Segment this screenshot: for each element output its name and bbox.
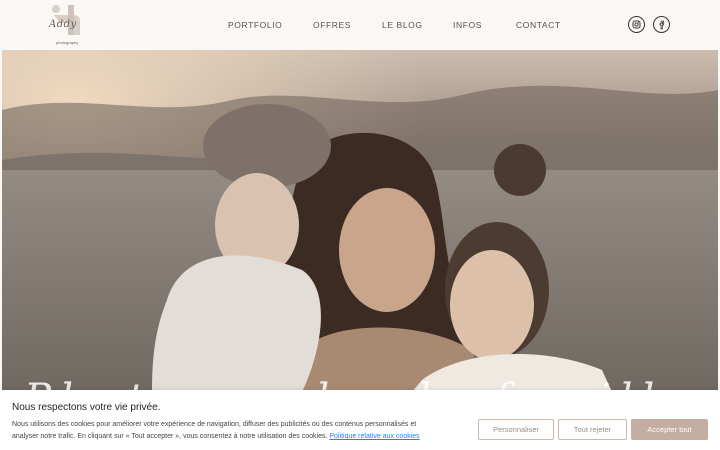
family-photo: [2, 50, 718, 392]
nav-portfolio[interactable]: PORTFOLIO: [228, 20, 282, 30]
main-nav: PORTFOLIO OFFRES LE BLOG INFOS CONTACT: [0, 20, 720, 32]
cookie-text-line2: analyser notre trafic. En cliquant sur «…: [12, 431, 462, 443]
reject-all-button[interactable]: Tout rejeter: [558, 419, 627, 440]
cookie-description: Nous utilisons des cookies pour améliore…: [12, 419, 462, 443]
customize-button[interactable]: Personnaliser: [478, 419, 554, 440]
accept-all-button[interactable]: Accepter tout: [631, 419, 708, 440]
logo-subtitle: photography: [56, 40, 79, 45]
cookie-text-line2-body: analyser notre trafic. En cliquant sur «…: [12, 433, 330, 440]
cookie-banner: Nous respectons votre vie privée. Nous u…: [0, 390, 720, 450]
site-header: Addy photography PORTFOLIO OFFRES LE BLO…: [0, 0, 720, 50]
cookie-text-line1: Nous utilisons des cookies pour améliore…: [12, 421, 417, 428]
cookie-policy-link[interactable]: Politique relative aux cookies: [329, 433, 419, 440]
nav-blog[interactable]: LE BLOG: [382, 20, 423, 30]
nav-infos[interactable]: INFOS: [453, 20, 482, 30]
nav-offres[interactable]: OFFRES: [313, 20, 351, 30]
hero-image: Photographe de famille: [2, 50, 718, 392]
nav-contact[interactable]: CONTACT: [516, 20, 561, 30]
facebook-icon[interactable]: [653, 16, 670, 33]
page: Addy photography PORTFOLIO OFFRES LE BLO…: [0, 0, 720, 450]
instagram-icon[interactable]: [628, 16, 645, 33]
cookie-title: Nous respectons votre vie privée.: [12, 402, 161, 413]
